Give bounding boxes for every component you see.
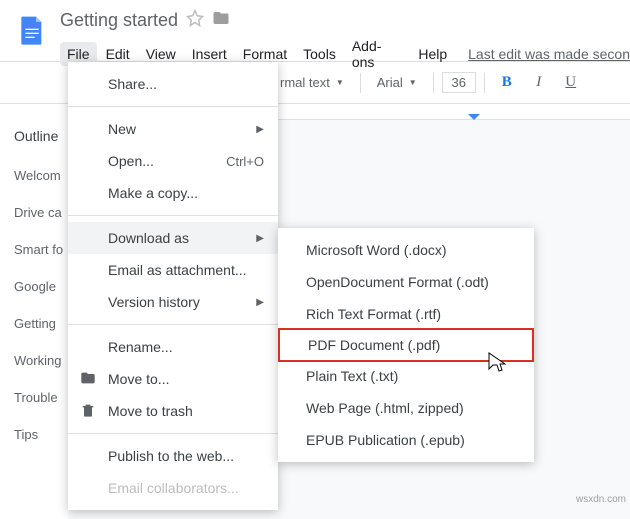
- menu-move-to-trash[interactable]: Move to trash: [68, 395, 278, 427]
- outline-item[interactable]: Drive ca: [14, 205, 67, 220]
- download-epub[interactable]: EPUB Publication (.epub): [278, 424, 534, 456]
- submenu-arrow-icon: ▶: [256, 124, 264, 135]
- underline-button[interactable]: U: [557, 69, 585, 97]
- separator: [68, 106, 278, 107]
- docs-logo[interactable]: [12, 10, 52, 50]
- last-edit-link[interactable]: Last edit was made secon: [468, 46, 630, 62]
- menu-move-to[interactable]: Move to...: [68, 363, 278, 395]
- outline-title: Outline: [14, 128, 67, 144]
- italic-button[interactable]: I: [525, 69, 553, 97]
- menu-download-as[interactable]: Download as▶: [68, 222, 278, 254]
- shortcut-label: Ctrl+O: [226, 154, 264, 169]
- menu-open[interactable]: Open...Ctrl+O: [68, 145, 278, 177]
- menu-rename[interactable]: Rename...: [68, 331, 278, 363]
- outline-panel: Outline Welcom Drive ca Smart fo Google …: [0, 104, 68, 519]
- menu-tools[interactable]: Tools: [296, 42, 343, 66]
- chevron-down-icon: ▼: [336, 78, 344, 87]
- menu-addons[interactable]: Add-ons: [345, 34, 410, 74]
- file-dropdown: Share... New▶ Open...Ctrl+O Make a copy.…: [68, 62, 278, 510]
- font-combo[interactable]: Arial ▼: [369, 70, 425, 96]
- separator: [433, 73, 434, 93]
- paragraph-style-label: rmal text: [280, 75, 330, 90]
- menu-email-collaborators: Email collaborators...: [68, 472, 278, 504]
- download-rtf[interactable]: Rich Text Format (.rtf): [278, 298, 534, 330]
- separator: [360, 73, 361, 93]
- outline-item[interactable]: Getting: [14, 316, 67, 331]
- outline-item[interactable]: Working: [14, 353, 67, 368]
- outline-item[interactable]: Trouble: [14, 390, 67, 405]
- menu-publish-web[interactable]: Publish to the web...: [68, 440, 278, 472]
- bold-button[interactable]: B: [493, 69, 521, 97]
- menu-help[interactable]: Help: [411, 42, 454, 66]
- separator: [68, 324, 278, 325]
- outline-item[interactable]: Google: [14, 279, 67, 294]
- star-icon[interactable]: [186, 9, 204, 32]
- download-docx[interactable]: Microsoft Word (.docx): [278, 234, 534, 266]
- chevron-down-icon: ▼: [409, 78, 417, 87]
- separator: [484, 73, 485, 93]
- download-as-submenu: Microsoft Word (.docx) OpenDocument Form…: [278, 228, 534, 462]
- font-label: Arial: [377, 75, 403, 90]
- menu-new[interactable]: New▶: [68, 113, 278, 145]
- document-title[interactable]: Getting started: [60, 10, 178, 31]
- folder-icon: [78, 370, 98, 389]
- submenu-arrow-icon: ▶: [256, 297, 264, 308]
- indent-marker-icon[interactable]: [468, 114, 480, 120]
- outline-item[interactable]: Tips: [14, 427, 67, 442]
- download-pdf[interactable]: PDF Document (.pdf): [278, 328, 534, 362]
- separator: [68, 215, 278, 216]
- paragraph-style-combo[interactable]: rmal text ▼: [272, 70, 352, 96]
- outline-item[interactable]: Welcom: [14, 168, 67, 183]
- download-odt[interactable]: OpenDocument Format (.odt): [278, 266, 534, 298]
- download-txt[interactable]: Plain Text (.txt): [278, 360, 534, 392]
- folder-icon[interactable]: [212, 9, 230, 32]
- download-html[interactable]: Web Page (.html, zipped): [278, 392, 534, 424]
- menu-email-attachment[interactable]: Email as attachment...: [68, 254, 278, 286]
- title-bar: Getting started File Edit View Insert Fo…: [0, 0, 630, 62]
- submenu-arrow-icon: ▶: [256, 233, 264, 244]
- outline-item[interactable]: Smart fo: [14, 242, 67, 257]
- trash-icon: [78, 402, 98, 421]
- watermark: wsxdn.com: [576, 494, 626, 505]
- menu-share[interactable]: Share...: [68, 68, 278, 100]
- separator: [68, 433, 278, 434]
- font-size-input[interactable]: 36: [442, 72, 476, 93]
- menu-make-copy[interactable]: Make a copy...: [68, 177, 278, 209]
- menu-version-history[interactable]: Version history▶: [68, 286, 278, 318]
